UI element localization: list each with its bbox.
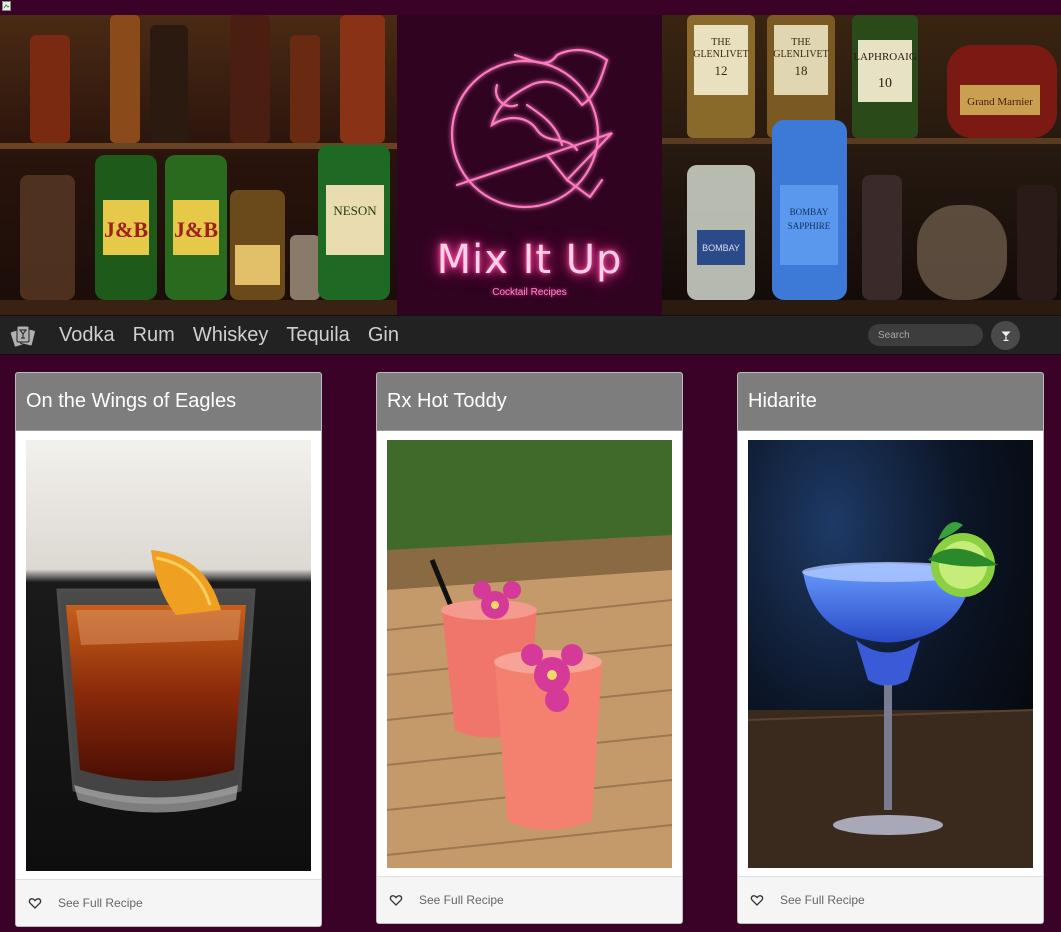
- card-header: Hidarite: [738, 373, 1043, 431]
- svg-text:THE: THE: [711, 37, 730, 48]
- heart-icon[interactable]: [389, 893, 403, 907]
- cocktail-photo[interactable]: [748, 440, 1033, 868]
- brand-title: Mix It Up: [436, 237, 623, 283]
- svg-text:J&B: J&B: [174, 217, 218, 242]
- brand-subtitle: Cocktail Recipes: [492, 287, 567, 298]
- svg-text:THE: THE: [791, 37, 810, 48]
- see-full-recipe-link[interactable]: See Full Recipe: [780, 893, 865, 907]
- nav-link-tequila[interactable]: Tequila: [277, 324, 358, 347]
- card-title: Hidarite: [748, 390, 817, 412]
- svg-text:J&B: J&B: [104, 217, 148, 242]
- hero-banner: J&B J&B NESON Mix It Up Cocktail Recipes…: [0, 15, 1061, 315]
- svg-text:18: 18: [795, 63, 808, 78]
- bar-shelf-photo-left: J&B J&B NESON: [0, 15, 397, 315]
- svg-text:12: 12: [715, 63, 728, 78]
- cocktail-photo[interactable]: [26, 440, 311, 871]
- card-header: On the Wings of Eagles: [16, 373, 321, 431]
- main-navbar: Vodka Rum Whiskey Tequila Gin: [0, 315, 1061, 355]
- category-nav: Vodka Rum Whiskey Tequila Gin: [50, 316, 408, 354]
- card-footer: See Full Recipe: [377, 876, 682, 923]
- svg-text:BOMBAY: BOMBAY: [790, 207, 829, 217]
- card-header: Rx Hot Toddy: [377, 373, 682, 431]
- svg-text:Grand Marnier: Grand Marnier: [967, 96, 1033, 108]
- card-title: On the Wings of Eagles: [26, 390, 237, 412]
- nav-link-vodka[interactable]: Vodka: [50, 324, 124, 347]
- heart-icon[interactable]: [28, 896, 42, 910]
- heart-icon[interactable]: [750, 893, 764, 907]
- see-full-recipe-link[interactable]: See Full Recipe: [58, 896, 143, 910]
- svg-text:SAPPHIRE: SAPPHIRE: [788, 221, 831, 231]
- svg-text:LAPHROAIG: LAPHROAIG: [853, 51, 917, 63]
- card-footer: See Full Recipe: [16, 879, 321, 926]
- search-input[interactable]: [868, 324, 983, 346]
- svg-text:GLENLIVET: GLENLIVET: [693, 49, 749, 60]
- recipe-card: On the Wings of Eagles See Full Recipe: [15, 372, 322, 927]
- cocktail-glass-icon: [1001, 331, 1010, 341]
- svg-text:10: 10: [878, 76, 892, 91]
- bar-shelf-photo-right: THE GLENLIVET 12 THE GLENLIVET 18 LAPHRO…: [662, 15, 1061, 315]
- nav-link-rum[interactable]: Rum: [124, 324, 184, 347]
- svg-text:GLENLIVET: GLENLIVET: [773, 49, 829, 60]
- nav-link-gin[interactable]: Gin: [359, 324, 408, 347]
- broken-image-icon: [2, 1, 11, 11]
- cocktail-cards-icon[interactable]: [9, 320, 39, 350]
- cocktail-photo[interactable]: [387, 440, 672, 868]
- search-button[interactable]: [991, 321, 1020, 350]
- svg-text:NESON: NESON: [333, 203, 377, 218]
- recipe-card: Rx Hot Toddy See Full Recipe: [376, 372, 683, 924]
- nav-link-whiskey[interactable]: Whiskey: [184, 324, 278, 347]
- card-title: Rx Hot Toddy: [387, 390, 507, 412]
- see-full-recipe-link[interactable]: See Full Recipe: [419, 893, 504, 907]
- card-footer: See Full Recipe: [738, 876, 1043, 923]
- brand-logo: Mix It Up Cocktail Recipes: [397, 15, 662, 315]
- recipe-card: Hidarite See Full Recipe: [737, 372, 1044, 924]
- neon-cocktail-logo-icon: [450, 48, 613, 209]
- svg-text:BOMBAY: BOMBAY: [702, 243, 740, 253]
